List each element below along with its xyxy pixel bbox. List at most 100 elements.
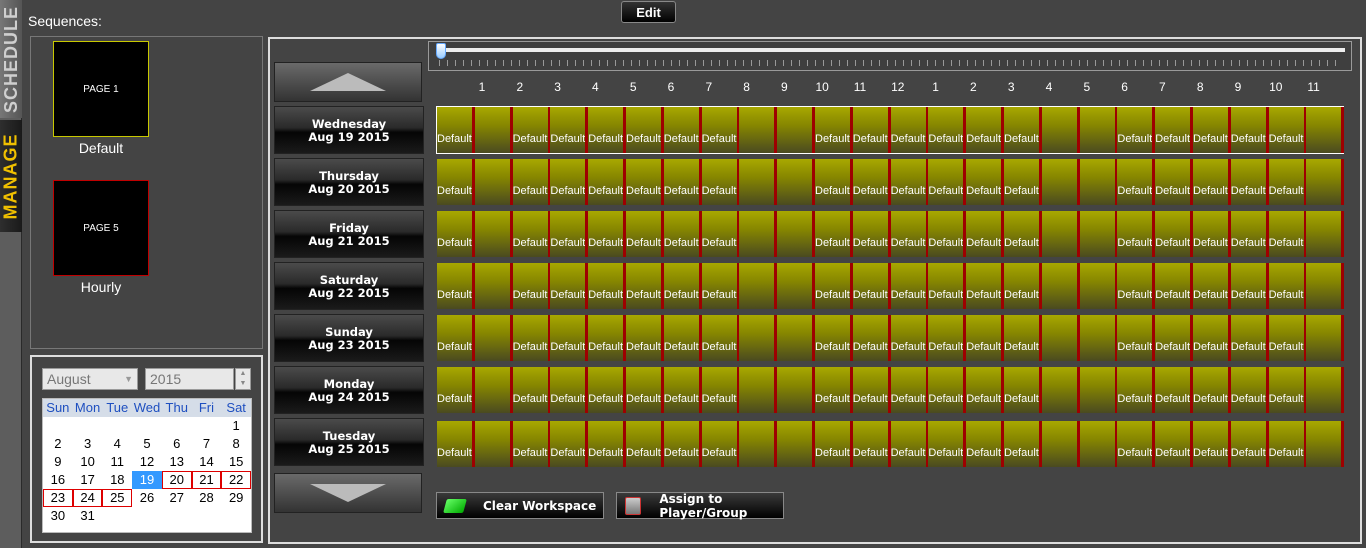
sequence-thumbnail-default[interactable]: PAGE 1 bbox=[53, 41, 149, 137]
time-slot[interactable]: Default bbox=[588, 263, 627, 309]
time-slot[interactable]: Default bbox=[1230, 263, 1269, 309]
time-slot[interactable]: Default bbox=[626, 367, 664, 413]
calendar-day[interactable]: 6 bbox=[162, 435, 192, 453]
time-slot[interactable]: Default bbox=[512, 159, 551, 205]
time-slot[interactable]: Default bbox=[1004, 107, 1042, 153]
calendar-day[interactable]: 25 bbox=[102, 489, 133, 507]
time-slot[interactable] bbox=[1306, 107, 1345, 153]
time-slot[interactable]: Default bbox=[1004, 367, 1042, 413]
time-slot[interactable]: Default bbox=[437, 107, 475, 153]
calendar-day[interactable]: 11 bbox=[102, 453, 132, 471]
time-slot[interactable]: Default bbox=[512, 263, 551, 309]
calendar-day[interactable]: 27 bbox=[162, 489, 192, 507]
time-slot[interactable]: Default bbox=[1004, 159, 1042, 205]
scroll-down-button[interactable] bbox=[274, 473, 422, 513]
time-slot[interactable]: Default bbox=[437, 367, 475, 413]
time-slot[interactable]: Default bbox=[1155, 263, 1194, 309]
assign-player-button[interactable]: Assign to Player/Group bbox=[616, 492, 784, 520]
schedule-row[interactable]: Default Default Default Default Default Defau… bbox=[436, 106, 1345, 154]
time-slot[interactable]: Default bbox=[512, 367, 551, 413]
calendar-day[interactable]: 21 bbox=[191, 471, 222, 489]
time-slot[interactable]: Default bbox=[1268, 211, 1307, 257]
time-slot[interactable]: Default bbox=[663, 421, 702, 467]
time-slot[interactable]: Default bbox=[1230, 315, 1269, 361]
day-button[interactable]: Sunday Aug 23 2015 bbox=[274, 314, 424, 362]
time-slot[interactable] bbox=[739, 263, 778, 309]
time-slot[interactable]: Default bbox=[1193, 315, 1231, 361]
time-slot[interactable]: Default bbox=[437, 315, 475, 361]
time-slot[interactable]: Default bbox=[815, 211, 853, 257]
calendar-day[interactable]: 10 bbox=[73, 453, 103, 471]
time-slot[interactable]: Default bbox=[815, 367, 853, 413]
year-spinner[interactable]: ▲ ▼ bbox=[235, 368, 251, 390]
time-slot[interactable] bbox=[1041, 211, 1080, 257]
month-select[interactable]: August ▼ bbox=[42, 368, 138, 390]
time-slot[interactable] bbox=[777, 159, 816, 205]
time-slot[interactable]: Default bbox=[1268, 107, 1307, 153]
calendar-day[interactable]: 19 bbox=[132, 471, 162, 489]
time-slot[interactable]: Default bbox=[701, 263, 740, 309]
time-slot[interactable]: Default bbox=[1230, 421, 1269, 467]
time-slot[interactable] bbox=[777, 263, 816, 309]
time-slot[interactable]: Default bbox=[928, 421, 967, 467]
time-slot[interactable]: Default bbox=[1155, 315, 1194, 361]
schedule-row[interactable]: Default Default Default Default Default Defau… bbox=[436, 158, 1345, 206]
time-slot[interactable]: Default bbox=[701, 107, 740, 153]
time-slot[interactable] bbox=[739, 159, 778, 205]
day-button[interactable]: Thursday Aug 20 2015 bbox=[274, 158, 424, 206]
calendar-day[interactable]: 2 bbox=[43, 435, 73, 453]
edit-button[interactable]: Edit bbox=[621, 1, 676, 23]
time-slot[interactable]: Default bbox=[1193, 159, 1231, 205]
time-slot[interactable]: Default bbox=[890, 263, 929, 309]
time-slot[interactable] bbox=[1079, 421, 1118, 467]
time-slot[interactable] bbox=[1306, 263, 1345, 309]
calendar-day[interactable]: 9 bbox=[43, 453, 73, 471]
time-slot[interactable]: Default bbox=[1117, 315, 1156, 361]
time-slot[interactable]: Default bbox=[512, 107, 551, 153]
time-slot[interactable] bbox=[474, 315, 513, 361]
time-slot[interactable]: Default bbox=[928, 159, 967, 205]
time-slot[interactable] bbox=[1079, 159, 1118, 205]
time-slot[interactable] bbox=[1306, 315, 1345, 361]
time-slot[interactable]: Default bbox=[588, 315, 627, 361]
time-slot[interactable]: Default bbox=[852, 211, 891, 257]
calendar-day[interactable]: 12 bbox=[132, 453, 162, 471]
calendar-day[interactable]: 20 bbox=[161, 471, 192, 489]
time-slot[interactable] bbox=[1041, 159, 1080, 205]
time-slot[interactable] bbox=[474, 421, 513, 467]
time-slot[interactable]: Default bbox=[966, 263, 1005, 309]
time-slot[interactable] bbox=[1306, 421, 1345, 467]
tab-schedule[interactable]: SCHEDULE bbox=[0, 0, 22, 118]
time-slot[interactable]: Default bbox=[1268, 263, 1307, 309]
day-button[interactable]: Tuesday Aug 25 2015 bbox=[274, 418, 424, 466]
time-slot[interactable]: Default bbox=[966, 421, 1005, 467]
tab-manage[interactable]: MANAGE bbox=[0, 120, 22, 232]
slider-thumb[interactable] bbox=[436, 43, 446, 59]
time-slot[interactable]: Default bbox=[1268, 367, 1307, 413]
calendar-day[interactable]: 30 bbox=[43, 507, 73, 525]
schedule-row[interactable]: Default Default Default Default Default Defau… bbox=[436, 262, 1345, 310]
time-slot[interactable] bbox=[739, 107, 778, 153]
time-slot[interactable]: Default bbox=[701, 159, 740, 205]
day-button[interactable]: Wednesday Aug 19 2015 bbox=[274, 106, 424, 154]
calendar-day[interactable]: 31 bbox=[73, 507, 103, 525]
time-slot[interactable]: Default bbox=[588, 367, 627, 413]
time-slot[interactable]: Default bbox=[588, 421, 627, 467]
time-slot[interactable]: Default bbox=[852, 315, 891, 361]
time-slot[interactable]: Default bbox=[663, 367, 702, 413]
time-slot[interactable] bbox=[1306, 367, 1345, 413]
time-slot[interactable]: Default bbox=[966, 159, 1005, 205]
time-slot[interactable] bbox=[739, 421, 778, 467]
time-slot[interactable]: Default bbox=[550, 159, 589, 205]
time-slot[interactable]: Default bbox=[1193, 421, 1231, 467]
time-slot[interactable]: Default bbox=[701, 315, 740, 361]
time-slot[interactable]: Default bbox=[852, 421, 891, 467]
time-slot[interactable]: Default bbox=[663, 211, 702, 257]
time-slot[interactable]: Default bbox=[1268, 315, 1307, 361]
time-slot[interactable] bbox=[1079, 367, 1118, 413]
calendar-day[interactable]: 5 bbox=[132, 435, 162, 453]
time-slot[interactable] bbox=[1306, 211, 1345, 257]
time-slot[interactable]: Default bbox=[1193, 263, 1231, 309]
time-slot[interactable]: Default bbox=[966, 367, 1005, 413]
timeline-slider[interactable] bbox=[428, 41, 1352, 71]
